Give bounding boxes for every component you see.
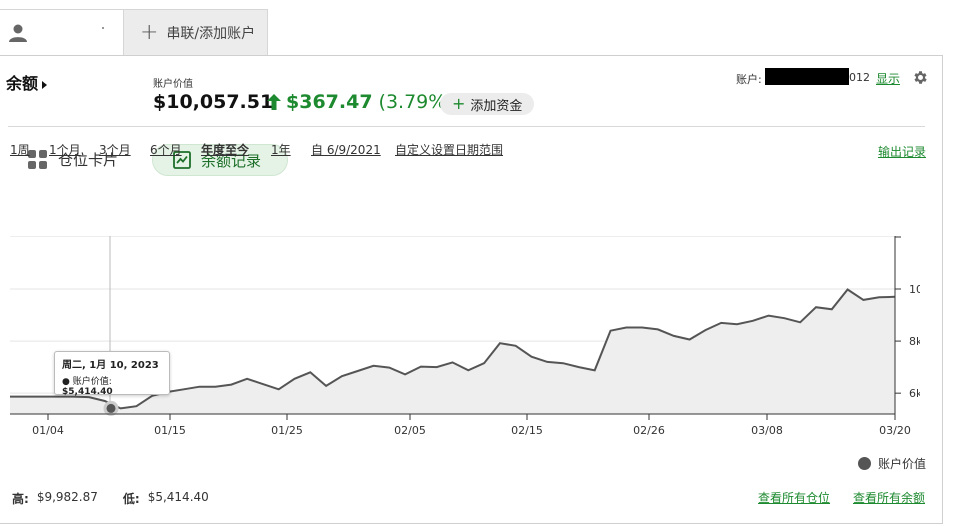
range-8[interactable]: 自定义设置日期范围 — [395, 141, 503, 158]
view-all-positions-link[interactable]: 查看所有仓位 — [758, 489, 830, 506]
range-4[interactable]: 6个月 — [150, 141, 182, 158]
tab-marker — [102, 27, 104, 29]
x-tick-label-6: 02/26 — [633, 424, 665, 437]
add-funds-label: 添加资金 — [470, 98, 523, 114]
view-all-balances-link[interactable]: 查看所有余额 — [853, 489, 925, 506]
balance-dropdown[interactable]: 余额 — [6, 70, 48, 94]
arrow-up-icon — [267, 94, 281, 110]
range-1[interactable]: 1周 — [10, 141, 30, 158]
account-tabs: + 串联/添加账户 — [0, 9, 965, 56]
high-value: $9,982.87 — [36, 490, 98, 504]
balance-title: 余额 — [6, 74, 39, 93]
chart-legend[interactable]: 账户价值 — [858, 455, 926, 472]
low-value: $5,414.40 — [147, 490, 209, 504]
tab-user-account[interactable] — [0, 9, 123, 56]
user-icon — [9, 24, 27, 42]
high-label: 高: — [12, 492, 29, 506]
caret-right-icon — [42, 80, 48, 89]
header-divider — [8, 126, 925, 127]
x-tick-label-3: 01/25 — [271, 424, 303, 437]
legend-marker — [858, 457, 871, 470]
link-account-label: 串联/添加账户 — [166, 26, 256, 42]
account-number-label: 账户: — [736, 73, 762, 86]
x-tick-label-7: 03/08 — [751, 424, 783, 437]
chart-tooltip: 周二, 1月 10, 2023 ● 账户价值: $5,414.40 — [54, 351, 170, 397]
range-2[interactable]: 1个月 — [49, 141, 81, 158]
gear-icon[interactable] — [912, 69, 929, 86]
x-tick-label-1: 01/04 — [32, 424, 64, 437]
tooltip-line: ● 账户价值: $5,414.40 — [62, 377, 113, 397]
low-label: 低: — [122, 492, 140, 506]
y-tick-label-8k: 8k — [909, 335, 920, 348]
value-change: $367.47 (3.79%) — [267, 91, 454, 113]
plus-icon: + — [140, 20, 159, 45]
x-tick-label-5: 02/15 — [511, 424, 543, 437]
account-value: $10,057.51 — [153, 91, 274, 113]
range-7[interactable]: 自 6/9/2021 — [311, 141, 381, 158]
change-amount: $367.47 — [286, 91, 373, 113]
y-tick-label-10k: 10k — [909, 283, 920, 296]
y-tick-label-6k: 6k — [909, 387, 920, 400]
account-number-redacted — [765, 68, 849, 85]
range-3[interactable]: 3个月 — [99, 141, 131, 158]
tooltip-date: 周二, 1月 10, 2023 — [62, 360, 159, 371]
x-tick-label-4: 02/05 — [394, 424, 426, 437]
account-value-label: 账户价值 — [153, 79, 193, 90]
hover-point — [103, 400, 119, 416]
export-history-link[interactable]: 输出记录 — [878, 143, 926, 160]
range-5[interactable]: 年度至今 — [201, 141, 249, 158]
tooltip-value: $5,414.40 — [62, 387, 113, 397]
balance-history-chart: 01/04 01/15 01/25 02/05 02/15 02/26 03/08 03/20… — [10, 236, 920, 437]
plus-icon: + — [452, 94, 466, 113]
show-account-link[interactable]: 显示 — [876, 70, 900, 87]
account-number-tail: 012 — [849, 71, 870, 84]
tooltip-label: 账户价值: — [72, 377, 112, 387]
x-tick-label-2: 01/15 — [154, 424, 186, 437]
date-range-selector: 1周 1个月 3个月 6个月 年度至今 1年 自 6/9/2021 自定义设置日期范围 — [10, 141, 610, 157]
high-low-stats: 高: $9,982.87 低: $5,414.40 — [12, 490, 209, 507]
legend-label: 账户价值 — [878, 457, 927, 471]
tab-link-add-account[interactable]: + 串联/添加账户 — [123, 9, 268, 56]
x-tick-label-8: 03/20 — [879, 424, 911, 437]
add-funds-button[interactable]: + 添加资金 — [440, 93, 535, 115]
range-6[interactable]: 1年 — [271, 141, 291, 158]
